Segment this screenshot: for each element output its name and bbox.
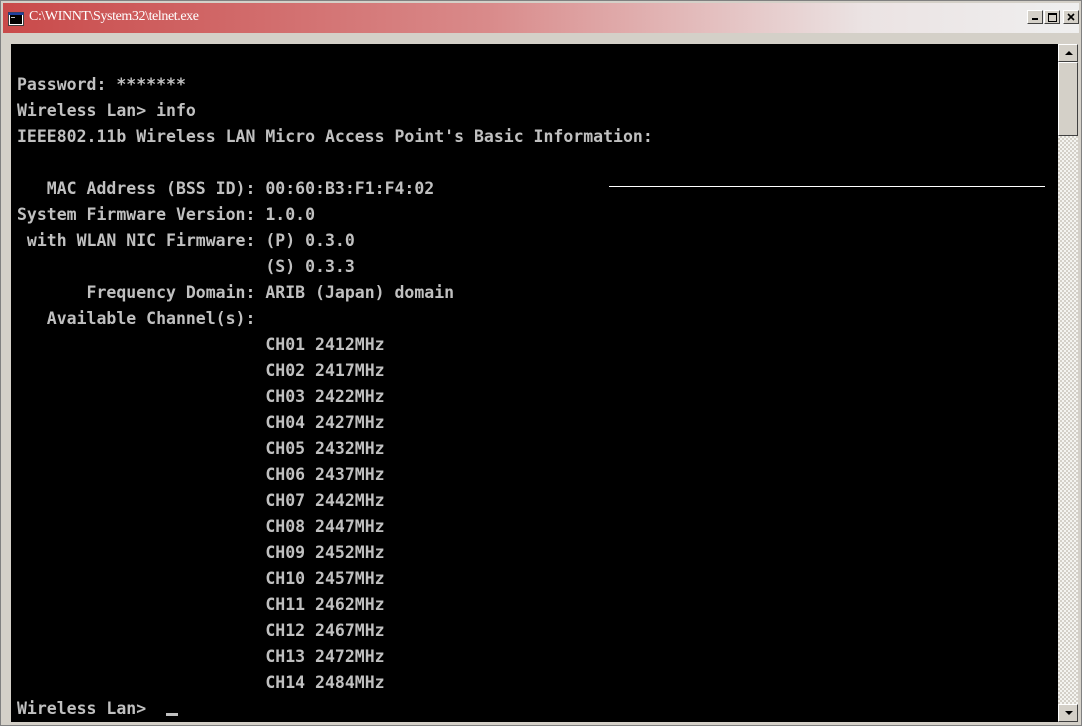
- channel-id: CH13: [265, 647, 306, 666]
- info-value: (S) 0.3.3: [265, 257, 355, 276]
- title-bar[interactable]: C:\WINNT\System32\telnet.exe: [3, 3, 1079, 33]
- scroll-up-button[interactable]: [1058, 44, 1078, 62]
- channel-indent: [17, 361, 265, 380]
- scroll-up-arrow-icon: [1065, 51, 1073, 55]
- password-line: Password: *******: [17, 75, 186, 94]
- channel-id: CH03: [265, 387, 306, 406]
- channel-row: CH02 2417MHz: [17, 358, 385, 384]
- channel-indent: [17, 595, 265, 614]
- channel-row: CH03 2422MHz: [17, 384, 385, 410]
- channel-frequency: 2462MHz: [315, 595, 385, 614]
- info-row-firmware: System Firmware Version: 1.0.0: [17, 202, 315, 228]
- channel-indent: [17, 491, 265, 510]
- maximize-button[interactable]: [1044, 10, 1060, 24]
- close-button[interactable]: [1063, 10, 1079, 24]
- channel-id: CH12: [265, 621, 306, 640]
- minimize-button[interactable]: [1027, 10, 1043, 24]
- info-label: MAC Address (BSS ID):: [17, 179, 266, 198]
- info-row-available-channels: Available Channel(s):: [17, 306, 256, 332]
- channel-frequency: 2452MHz: [315, 543, 385, 562]
- info-row-mac: MAC Address (BSS ID): 00:60:B3:F1:F4:02: [17, 176, 434, 202]
- info-label: Frequency Domain:: [17, 283, 266, 302]
- channel-id: CH04: [265, 413, 306, 432]
- info-row-nic-primary: with WLAN NIC Firmware: (P) 0.3.0: [17, 228, 355, 254]
- channel-indent: [17, 413, 265, 432]
- channel-indent: [17, 387, 265, 406]
- channel-id: CH05: [265, 439, 306, 458]
- channel-row: CH10 2457MHz: [17, 566, 385, 592]
- channel-row: CH12 2467MHz: [17, 618, 385, 644]
- channel-row: CH07 2442MHz: [17, 488, 385, 514]
- channel-row: CH08 2447MHz: [17, 514, 385, 540]
- close-icon: [1067, 13, 1075, 21]
- vertical-scrollbar[interactable]: [1058, 44, 1078, 722]
- info-value: ARIB (Japan) domain: [265, 283, 455, 302]
- channel-frequency: 2422MHz: [315, 387, 385, 406]
- channel-row: CH11 2462MHz: [17, 592, 385, 618]
- channel-id: CH14: [265, 673, 306, 692]
- channel-indent: [17, 673, 265, 692]
- channel-indent: [17, 335, 265, 354]
- prompt-text: Wireless Lan>: [17, 699, 157, 718]
- console-icon[interactable]: [8, 12, 24, 26]
- info-label: [17, 257, 265, 276]
- info-heading: IEEE802.11b Wireless LAN Micro Access Po…: [17, 127, 653, 146]
- channel-frequency: 2457MHz: [315, 569, 385, 588]
- channel-frequency: 2417MHz: [315, 361, 385, 380]
- text-cursor: [166, 713, 179, 716]
- channel-frequency: 2484MHz: [315, 673, 385, 692]
- channel-indent: [17, 465, 265, 484]
- channel-frequency: 2447MHz: [315, 517, 385, 536]
- scroll-down-button[interactable]: [1058, 704, 1078, 722]
- channel-row: CH14 2484MHz: [17, 670, 385, 696]
- channel-indent: [17, 569, 265, 588]
- info-label: with WLAN NIC Firmware:: [17, 231, 266, 250]
- channel-indent: [17, 647, 265, 666]
- channel-frequency: 2442MHz: [315, 491, 385, 510]
- channel-frequency: 2427MHz: [315, 413, 385, 432]
- info-value: (P) 0.3.0: [265, 231, 355, 250]
- channel-id: CH09: [265, 543, 306, 562]
- info-value: 1.0.0: [265, 205, 316, 224]
- channel-indent: [17, 543, 265, 562]
- info-row-nic-secondary: (S) 0.3.3: [17, 254, 355, 280]
- prompt-line: Wireless Lan>: [17, 696, 179, 722]
- channel-id: CH07: [265, 491, 306, 510]
- terminal-output[interactable]: Password: ******* Wireless Lan> info IEE…: [11, 44, 1058, 722]
- channel-row: CH13 2472MHz: [17, 644, 385, 670]
- divider-line: [609, 186, 1045, 187]
- channel-indent: [17, 517, 265, 536]
- channel-id: CH11: [265, 595, 306, 614]
- telnet-window: C:\WINNT\System32\telnet.exe Password: *…: [0, 0, 1082, 726]
- channel-id: CH01: [265, 335, 306, 354]
- channel-id: CH06: [265, 465, 306, 484]
- channel-row: CH04 2427MHz: [17, 410, 385, 436]
- minimize-icon: [1032, 18, 1038, 20]
- window-title: C:\WINNT\System32\telnet.exe: [29, 9, 199, 24]
- channel-row: CH01 2412MHz: [17, 332, 385, 358]
- channel-frequency: 2437MHz: [315, 465, 385, 484]
- scroll-down-arrow-icon: [1065, 711, 1073, 715]
- channel-frequency: 2467MHz: [315, 621, 385, 640]
- info-value: 00:60:B3:F1:F4:02: [265, 179, 435, 198]
- channel-id: CH10: [265, 569, 306, 588]
- info-label: System Firmware Version:: [17, 205, 266, 224]
- command-line: Wireless Lan> info: [17, 101, 196, 120]
- channel-frequency: 2472MHz: [315, 647, 385, 666]
- channel-row: CH09 2452MHz: [17, 540, 385, 566]
- channel-id: CH02: [265, 361, 306, 380]
- channel-row: CH06 2437MHz: [17, 462, 385, 488]
- channel-frequency: 2412MHz: [315, 335, 385, 354]
- scroll-thumb[interactable]: [1058, 62, 1078, 136]
- channel-indent: [17, 439, 265, 458]
- channel-row: CH05 2432MHz: [17, 436, 385, 462]
- channel-frequency: 2432MHz: [315, 439, 385, 458]
- channel-id: CH08: [265, 517, 306, 536]
- maximize-icon: [1047, 12, 1057, 22]
- info-label: Available Channel(s):: [17, 309, 256, 328]
- info-row-frequency-domain: Frequency Domain: ARIB (Japan) domain: [17, 280, 455, 306]
- channel-indent: [17, 621, 265, 640]
